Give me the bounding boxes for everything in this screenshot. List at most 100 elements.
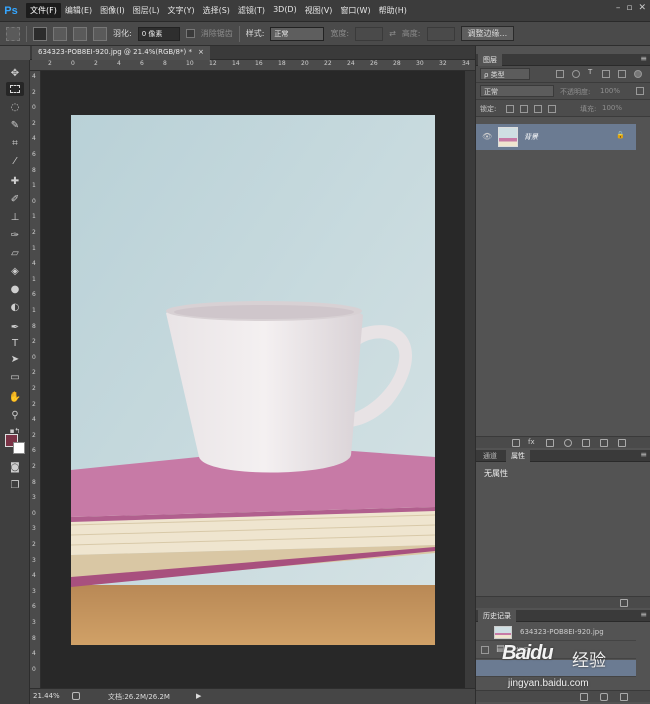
lasso-tool-icon[interactable]: ◌ xyxy=(6,100,24,114)
ruler-tick-label: 3 xyxy=(32,619,36,626)
feather-input[interactable]: 0 像素 xyxy=(137,26,180,41)
antialias-checkbox[interactable] xyxy=(185,29,195,38)
adjustment-filter-icon[interactable] xyxy=(572,70,580,78)
lock-row: 锁定: 填充: 100% xyxy=(476,100,650,117)
quick-mask-icon[interactable]: ◙ xyxy=(6,460,24,474)
status-menu-arrow[interactable]: ▶ xyxy=(196,692,201,700)
menu-item[interactable]: 3D(D) xyxy=(269,3,301,18)
adjustment-layer-icon[interactable] xyxy=(564,439,572,447)
tab-properties[interactable]: 属性 xyxy=(506,450,530,462)
fx-icon[interactable]: fx xyxy=(528,438,535,446)
marquee-tool-preset-icon[interactable] xyxy=(6,26,20,41)
menu-item[interactable]: 窗口(W) xyxy=(336,3,374,18)
lock-transparency-icon[interactable] xyxy=(506,105,514,113)
menu-item[interactable]: 文件(F) xyxy=(26,3,61,18)
fill-value[interactable]: 100% xyxy=(602,104,622,112)
ruler-tick-label: 14 xyxy=(232,60,240,67)
healing-brush-tool-icon[interactable]: ✚ xyxy=(6,174,24,188)
pixel-filter-icon[interactable] xyxy=(556,70,564,78)
ruler-tick-label: 1 xyxy=(32,182,36,190)
document-tab[interactable]: 634323-POB8EI-920.jpg @ 21.4%(RGB/8*) * … xyxy=(32,46,210,60)
canvas-area[interactable] xyxy=(41,71,465,688)
refine-edge-button[interactable]: 调整边缘... xyxy=(460,26,515,41)
properties-panel-menu-icon[interactable]: ≡ xyxy=(640,450,647,459)
subtract-selection-icon[interactable] xyxy=(73,26,87,41)
new-layer-icon[interactable] xyxy=(600,439,608,447)
zoom-level[interactable]: 21.44% xyxy=(33,692,60,700)
vertical-scrollbar[interactable] xyxy=(465,71,475,688)
lock-all-icon[interactable] xyxy=(548,105,556,113)
menu-item[interactable]: 帮助(H) xyxy=(375,3,411,18)
tab-history[interactable]: 历史记录 xyxy=(478,610,516,622)
clone-stamp-tool-icon[interactable]: ⊥ xyxy=(6,210,24,224)
restore-button[interactable]: ▫ xyxy=(626,3,632,13)
swap-icon[interactable]: ⇄ xyxy=(389,29,396,38)
ruler-tick-label: 0 xyxy=(32,197,36,205)
hand-tool-icon[interactable]: ✋ xyxy=(6,390,24,404)
rectangle-tool-icon[interactable]: ▭ xyxy=(6,370,24,384)
menu-item[interactable]: 编辑(E) xyxy=(61,3,96,18)
menu-item[interactable]: 图层(L) xyxy=(129,3,164,18)
height-input[interactable] xyxy=(426,26,455,41)
pen-tool-icon[interactable]: ✒ xyxy=(6,320,24,334)
opacity-dropdown-icon[interactable] xyxy=(636,87,644,95)
type-tool-icon[interactable]: T xyxy=(6,336,24,350)
rectangular-marquee-tool-icon[interactable] xyxy=(6,82,24,96)
dodge-tool-icon[interactable]: ◐ xyxy=(6,300,24,314)
minimize-button[interactable]: – xyxy=(616,3,621,13)
lock-pixels-icon[interactable] xyxy=(520,105,528,113)
history-panel-menu-icon[interactable]: ≡ xyxy=(640,610,647,619)
new-selection-icon[interactable] xyxy=(33,26,47,41)
delete-layer-icon[interactable] xyxy=(618,439,626,447)
eraser-tool-icon[interactable]: ▱ xyxy=(6,246,24,260)
menu-item[interactable]: 文字(Y) xyxy=(163,3,198,18)
move-tool-icon[interactable]: ✥ xyxy=(6,66,24,80)
add-to-selection-icon[interactable] xyxy=(53,26,67,41)
history-brush-source-icon[interactable] xyxy=(481,646,489,654)
brush-tool-icon[interactable]: ✐ xyxy=(6,192,24,206)
opacity-value[interactable]: 100% xyxy=(600,87,620,95)
crop-tool-icon[interactable]: ⌗ xyxy=(6,136,24,150)
style-select[interactable]: 正常 xyxy=(270,26,325,41)
lock-position-icon[interactable] xyxy=(534,105,542,113)
ruler-tick-label: 4 xyxy=(32,416,36,424)
width-input[interactable] xyxy=(355,26,384,41)
eyedropper-tool-icon[interactable]: ⁄ xyxy=(6,154,24,168)
screen-mode-icon[interactable]: ❐ xyxy=(6,478,24,492)
blur-tool-icon[interactable]: ● xyxy=(6,282,24,296)
quick-selection-tool-icon[interactable]: ✎ xyxy=(6,118,24,132)
ruler-tick-label: 24 xyxy=(347,60,355,67)
menu-item[interactable]: 图像(I) xyxy=(96,3,129,18)
properties-delete-icon[interactable] xyxy=(620,599,628,607)
layer-row-background[interactable]: 👁 背景 🔒 xyxy=(476,124,636,150)
background-color-swatch[interactable] xyxy=(13,442,25,454)
type-filter-icon[interactable]: T xyxy=(588,68,592,76)
menu-item[interactable]: 视图(V) xyxy=(301,3,337,18)
menu-item[interactable]: 滤镜(T) xyxy=(234,3,269,18)
zoom-tool-icon[interactable]: ⚲ xyxy=(6,408,24,422)
layer-mask-icon[interactable] xyxy=(546,439,554,447)
layer-kind-select[interactable]: ρ 类型 xyxy=(480,68,530,80)
close-button[interactable]: ✕ xyxy=(638,3,646,13)
history-brush-tool-icon[interactable]: ✑ xyxy=(6,228,24,242)
layer-name[interactable]: 背景 xyxy=(524,132,538,142)
document-image[interactable] xyxy=(71,115,435,645)
blend-mode-select[interactable]: 正常 xyxy=(480,85,554,97)
layers-panel-menu-icon[interactable]: ≡ xyxy=(640,54,647,63)
tab-channels[interactable]: 通道 xyxy=(478,450,502,462)
smart-object-filter-icon[interactable] xyxy=(618,70,626,78)
filter-toggle-icon[interactable] xyxy=(634,70,642,78)
paint-bucket-tool-icon[interactable]: ◈ xyxy=(6,264,24,278)
menu-item[interactable]: 选择(S) xyxy=(199,3,234,18)
intersect-selection-icon[interactable] xyxy=(93,26,107,41)
path-selection-tool-icon[interactable]: ➤ xyxy=(6,352,24,366)
new-group-icon[interactable] xyxy=(582,439,590,447)
ruler-tick-label: 3 xyxy=(32,587,36,595)
tab-close-icon[interactable]: × xyxy=(198,48,204,58)
tab-layers[interactable]: 图层 xyxy=(478,54,502,66)
status-info-icon[interactable] xyxy=(72,692,80,700)
link-layers-icon[interactable] xyxy=(512,439,520,447)
visibility-eye-icon[interactable]: 👁 xyxy=(482,132,492,141)
shape-filter-icon[interactable] xyxy=(602,70,610,78)
history-snapshot-row[interactable]: 634323-POB8EI-920.jpg xyxy=(476,624,636,641)
